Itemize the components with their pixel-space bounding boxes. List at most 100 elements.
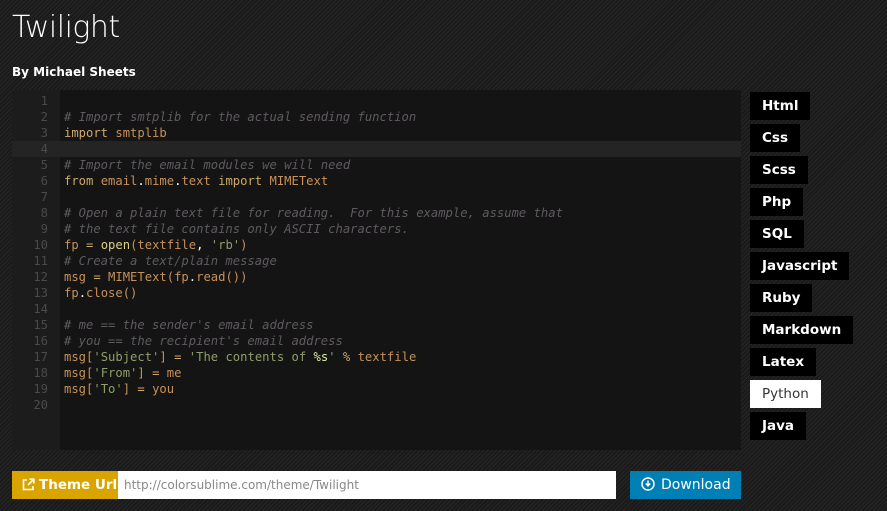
language-button-python[interactable]: Python [750,380,821,408]
code-token: MIMEText [262,174,329,188]
code-token: fp [64,286,79,300]
code-token: ) [240,238,248,252]
code-token: ] [122,382,138,396]
code-line: 11 # Create a text/plain message [12,253,741,269]
line-number: 10 [33,238,48,252]
code-text: # Import smtplib for the actual sending … [64,109,416,125]
code-token: %s [313,350,329,364]
code-preview[interactable]: 1 2 # Import smtplib for the actual sendin… [12,90,741,450]
line-number: 16 [33,334,48,348]
code-token: ] [137,366,153,380]
code-token: close() [86,286,138,300]
code-token: ] [159,350,175,364]
language-button-markdown[interactable]: Markdown [750,316,854,344]
code-line: 10 fp = open(textfile, 'rb') [12,237,741,253]
code-token: fp [64,238,87,252]
code-token: msg[ [64,350,94,364]
code-line: 6 from email.mime.text import MIMEText [12,173,741,189]
external-link-icon [22,478,35,491]
code-text: fp.close() [64,285,137,301]
line-number: 7 [40,190,48,204]
code-token: read()) [196,270,248,284]
line-number: 14 [33,302,48,316]
line-number: 17 [33,350,48,364]
code-text: # me == the sender's email address [64,317,313,333]
language-button-latex[interactable]: Latex [750,348,817,376]
language-button-ruby[interactable]: Ruby [750,284,813,312]
code-text: msg['To'] = you [64,381,174,397]
line-number: 13 [33,286,48,300]
code-token: smtplib [108,126,167,140]
language-button-css[interactable]: Css [750,124,800,152]
code-line: 12 msg = MIMEText(fp.read()) [12,269,741,285]
line-number: 6 [40,174,48,188]
code-line: 18 msg['From'] = me [12,365,741,381]
line-number: 3 [40,126,48,140]
code-line: 9 # the text file contains only ASCII cha… [12,221,741,237]
code-token: # Import smtplib for the actual sending … [64,110,417,124]
line-number: 2 [40,110,48,124]
code-token: msg[ [64,382,94,396]
code-token: msg[ [64,366,94,380]
code-text: # you == the recipient's email address [64,333,343,349]
code-token: # me == the sender's email address [64,318,314,332]
theme-url-button[interactable]: Theme Url [12,471,118,499]
code-token: MIMEText(fp [100,270,189,284]
code-line: 20 [12,397,741,413]
language-button-sql[interactable]: SQL [750,220,804,248]
code-line: 15 # me == the sender's email address [12,317,741,333]
code-text: msg = MIMEText(fp.read()) [64,269,247,285]
line-number: 12 [33,270,48,284]
language-button-html[interactable]: Html [750,92,811,120]
code-token: you [144,382,175,396]
language-button-scss[interactable]: Scss [750,156,808,184]
code-token: = [93,270,101,284]
download-label: Download [661,477,731,493]
page-title: Twilight [12,10,120,45]
theme-url-input[interactable] [118,471,616,499]
code-token: # Open a plain text file for reading. Fo… [64,206,563,220]
code-token: from [64,174,94,188]
code-token: 'The contents of [188,350,314,364]
code-line: 1 [12,93,741,109]
byline-prefix: By [12,65,34,79]
line-number: 15 [33,318,48,332]
line-number: 11 [33,254,48,268]
line-number: 8 [40,206,48,220]
language-button-php[interactable]: Php [750,188,804,216]
code-token: 'From' [93,366,138,380]
code-token: = [137,382,145,396]
line-number: 9 [40,222,48,236]
code-line: 2 # Import smtplib for the actual sending… [12,109,741,125]
code-token: . [78,286,87,300]
code-token: . [137,174,145,188]
code-token: 'To' [93,382,123,396]
line-number: 5 [40,158,48,172]
code-token: ' [328,350,336,364]
code-line: 5 # Import the email modules we will need [12,157,741,173]
language-button-javascript[interactable]: Javascript [750,252,850,280]
language-button-java[interactable]: Java [750,412,807,440]
code-token: import [218,174,263,188]
code-token: mime [144,174,175,188]
code-token: email [93,174,138,188]
line-number: 20 [33,398,48,412]
code-line: 14 [12,301,741,317]
code-text: fp = open(textfile, 'rb') [64,237,248,253]
download-button[interactable]: Download [630,471,741,499]
byline: By Michael Sheets [12,65,136,79]
code-token: msg [64,270,94,284]
code-line: 7 [12,189,741,205]
code-line: 8 # Open a plain text file for reading. F… [12,205,741,221]
line-number: 18 [33,366,48,380]
code-line: 4 [12,141,741,157]
code-token: import [64,126,109,140]
code-token: # Create a text/plain message [64,254,277,268]
code-line: 16 # you == the recipient's email address [12,333,741,349]
download-circle-icon [641,477,655,491]
code-text: # Import the email modules we will need [64,157,350,173]
code-text: msg['From'] = me [64,365,181,381]
